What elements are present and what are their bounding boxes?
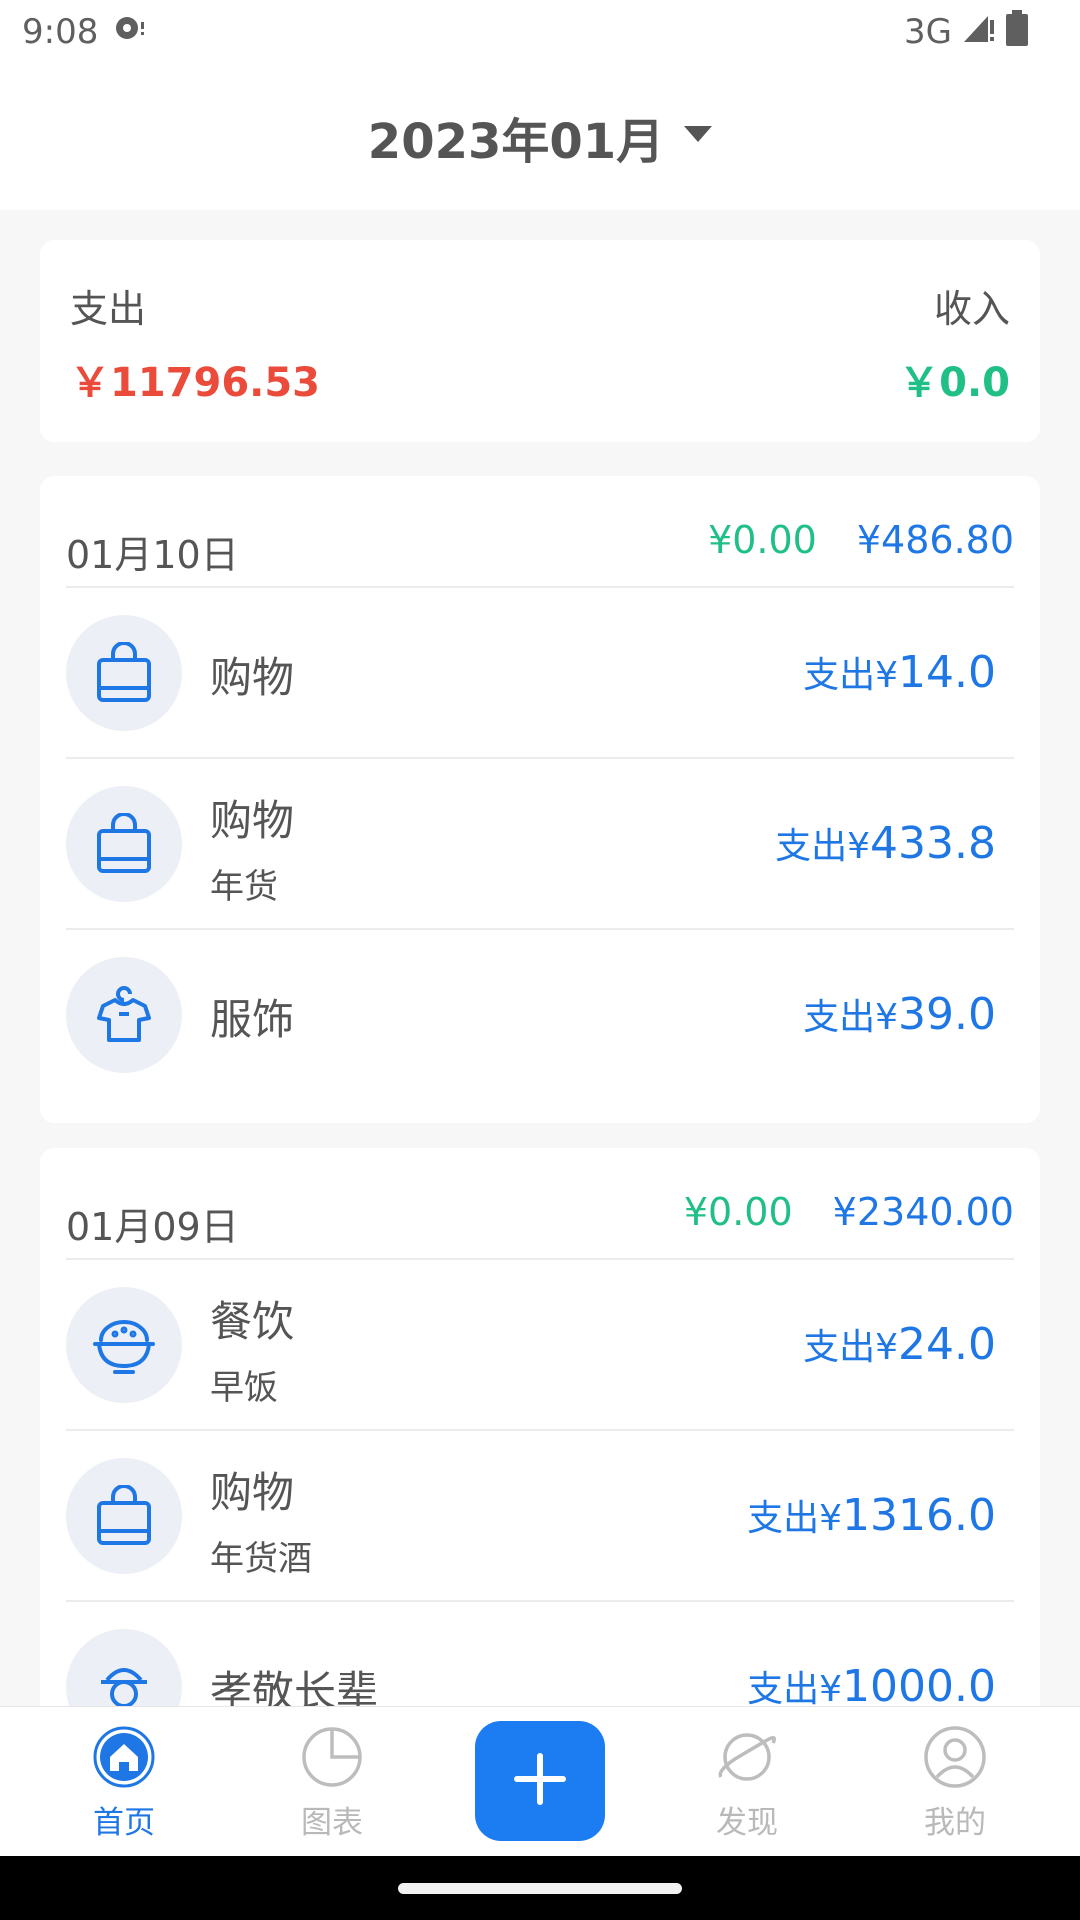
bottom-nav: 首页 图表 发现 我的 (0, 1706, 1080, 1856)
entry-row[interactable]: 购物 年货 支出¥ 433.8 (66, 759, 1014, 930)
entry-amount-value: 14.0 (898, 647, 996, 698)
day-expense-total: ¥2340.00 (832, 1190, 1014, 1234)
entry-note: 年货酒 (210, 1539, 312, 1579)
expense-amount: ￥11796.53 (70, 360, 321, 406)
home-icon (92, 1725, 156, 1793)
day-date: 01月10日 (66, 533, 239, 577)
income-label: 收入 (933, 287, 1010, 331)
notification-icon (114, 12, 148, 52)
nav-home[interactable]: 首页 (59, 1725, 189, 1845)
day-card: 01月10日 ¥0.00 ¥486.80 购物 支出¥ 14.0 购物 年货 支… (40, 476, 1040, 1123)
entry-note: 年货 (210, 867, 278, 907)
entry-amount-value: 39.0 (898, 989, 996, 1040)
entry-amount: 支出¥ 14.0 (803, 646, 996, 698)
entry-amount-value: 433.8 (870, 818, 996, 869)
day-expense-total: ¥486.80 (856, 518, 1014, 562)
month-selector[interactable]: 2023年01月 (367, 102, 713, 172)
day-income-total: ¥0.00 (683, 1190, 793, 1234)
rice-bowl-icon (66, 1287, 182, 1403)
signal-icon (962, 12, 996, 53)
entry-category: 餐饮 (210, 1297, 295, 1346)
nav-mine-label: 我的 (924, 1805, 986, 1841)
network-type: 3G (904, 12, 952, 52)
entry-amount: 支出¥ 1000.0 (747, 1660, 996, 1712)
day-header: 01月09日 ¥0.00 ¥2340.00 (66, 1148, 1014, 1260)
system-nav-bar (0, 1856, 1080, 1920)
day-totals: ¥0.00 ¥2340.00 (684, 1190, 1014, 1234)
nav-charts-label: 图表 (301, 1805, 363, 1841)
day-income-total: ¥0.00 (708, 518, 817, 562)
entry-amount-value: 1316.0 (842, 1490, 996, 1541)
shopping-bag-icon (66, 615, 182, 731)
summary-card: 支出 ￥11796.53 收入 ￥0.0 (40, 240, 1040, 442)
entry-amount-prefix: 支出¥ (803, 1327, 899, 1368)
battery-icon (1006, 9, 1028, 55)
day-totals: ¥0.00 ¥486.80 (708, 518, 1014, 562)
home-gesture-handle[interactable] (398, 1883, 682, 1894)
nav-discover[interactable]: 发现 (682, 1725, 812, 1845)
entry-amount-value: 24.0 (898, 1319, 996, 1370)
entry-category: 服饰 (210, 995, 295, 1044)
dropdown-arrow-icon (684, 126, 713, 142)
entry-row[interactable]: 餐饮 早饭 支出¥ 24.0 (66, 1260, 1014, 1431)
entry-row[interactable]: 购物 支出¥ 14.0 (66, 588, 1014, 759)
entry-amount: 支出¥ 39.0 (803, 988, 996, 1040)
nav-charts[interactable]: 图表 (267, 1725, 397, 1845)
status-time: 9:08 (22, 12, 99, 52)
shopping-bag-icon (66, 786, 182, 902)
entry-note: 早饭 (210, 1368, 278, 1408)
entry-amount-prefix: 支出¥ (747, 1498, 843, 1539)
entry-amount-prefix: 支出¥ (803, 997, 899, 1038)
entry-amount: 支出¥ 433.8 (775, 817, 996, 869)
pie-chart-icon (300, 1725, 364, 1793)
add-record-button[interactable] (475, 1721, 605, 1841)
month-label: 2023年01月 (367, 114, 665, 170)
entry-amount-prefix: 支出¥ (747, 1669, 843, 1710)
entry-category: 购物 (210, 1468, 295, 1517)
entry-category: 购物 (210, 796, 295, 845)
nav-discover-label: 发现 (716, 1805, 778, 1841)
user-icon (923, 1725, 987, 1793)
entry-amount-prefix: 支出¥ (803, 655, 899, 696)
clothes-hanger-icon (66, 957, 182, 1073)
entry-category: 购物 (210, 653, 295, 702)
entry-amount: 支出¥ 24.0 (803, 1318, 996, 1370)
nav-mine[interactable]: 我的 (890, 1725, 1020, 1845)
status-bar: 9:08 3G (0, 0, 1080, 64)
entry-amount-value: 1000.0 (842, 1661, 996, 1712)
day-date: 01月09日 (66, 1205, 239, 1249)
entry-row[interactable]: 购物 年货酒 支出¥ 1316.0 (66, 1431, 1014, 1602)
income-amount: ￥0.0 (899, 360, 1010, 406)
nav-home-label: 首页 (93, 1805, 155, 1841)
planet-icon (715, 1725, 779, 1793)
shopping-bag-icon (66, 1458, 182, 1574)
entry-amount-prefix: 支出¥ (775, 826, 871, 867)
app-header: 2023年01月 (0, 64, 1080, 210)
entry-row[interactable]: 服饰 支出¥ 39.0 (66, 930, 1014, 1101)
entry-amount: 支出¥ 1316.0 (747, 1489, 996, 1541)
expense-label: 支出 (70, 287, 147, 331)
day-header: 01月10日 ¥0.00 ¥486.80 (66, 476, 1014, 588)
plus-icon (512, 1751, 568, 1811)
